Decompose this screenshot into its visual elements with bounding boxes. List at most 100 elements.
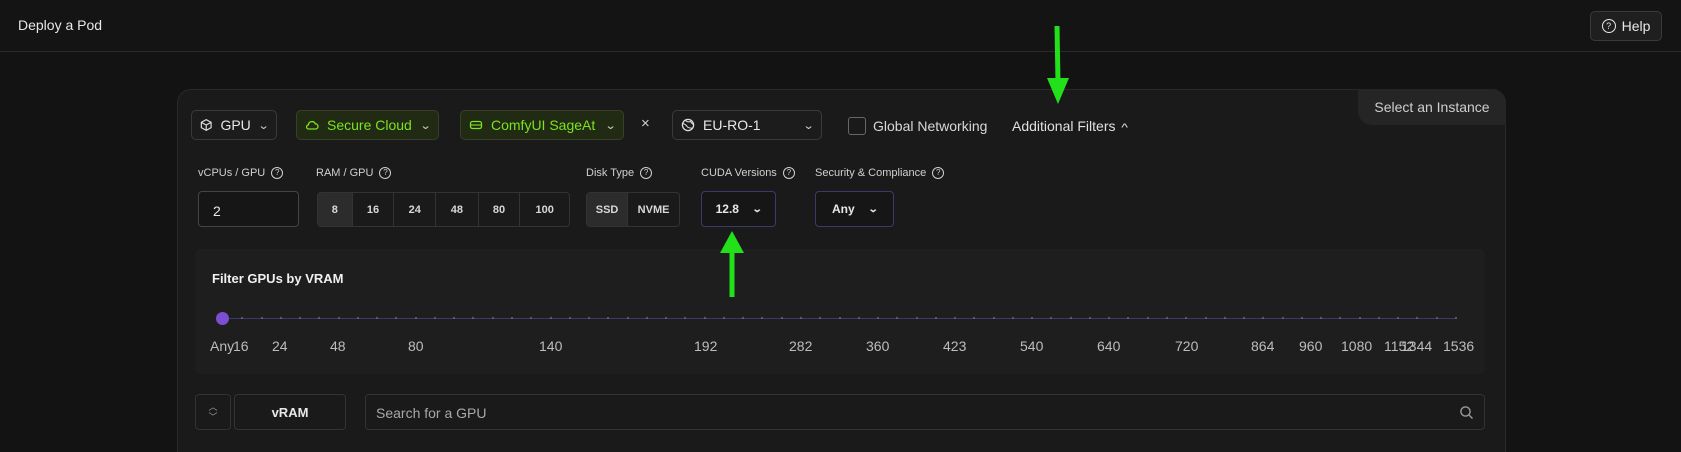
cloud-icon [305,120,319,130]
chevron-down-icon: ⌄ [257,119,270,132]
compute-type-dropdown[interactable]: GPU ⌄ [191,110,277,140]
page-title: Deploy a Pod [18,17,103,33]
slider-tick-dot [1088,317,1091,319]
vram-tick-label: 140 [539,338,563,354]
slider-tick-dot [433,317,436,319]
vram-filter-section [195,249,1485,374]
slider-tick-dot [838,317,841,319]
chevron-down-icon: ⌄ [751,203,763,215]
sort-by-vram-button[interactable]: vRAM [234,394,346,430]
vram-filter-title: Filter GPUs by VRAM [212,271,344,286]
chevron-down-icon: ﹀ [208,412,218,422]
slider-tick-dot [992,317,995,319]
sort-toggle-button[interactable]: ︿ ﹀ [195,394,231,430]
slider-tick-dot [645,317,648,319]
slider-tick-dot [915,317,918,319]
security-label: Security & Compliance [815,167,927,179]
template-label: ComfyUI SageAt [491,117,596,133]
slider-tick-dot [356,317,359,319]
gpu-search-input[interactable] [376,403,1436,423]
template-dropdown[interactable]: ComfyUI SageAt ⌄ [460,110,624,140]
drive-icon [469,120,483,130]
vram-tick-label: 48 [330,338,346,354]
question-circle-icon: ? [1601,19,1616,33]
slider-tick-dot [260,317,263,319]
vram-tick-label: 16 [233,338,249,354]
vram-tick-label: 192 [694,338,718,354]
additional-filters-label: Additional Filters [1012,118,1116,134]
chevron-down-icon: ⌄ [604,119,617,132]
ram-label: RAM / GPU [316,167,374,179]
vram-tick-label: 540 [1020,338,1044,354]
global-networking-label[interactable]: Global Networking [873,118,987,134]
search-icon [1460,406,1473,419]
vram-tick-label: 1344 [1401,338,1433,354]
slider-tick-dot [279,317,282,319]
slider-tick-dot [337,317,340,319]
chevron-up-icon: ^ [1120,122,1128,134]
slider-tick-dot [1011,317,1014,319]
ram-option[interactable]: 16 [353,193,395,226]
slider-tick-dot [1204,317,1207,319]
slider-tick-dot [1166,317,1169,319]
slider-tick-dot [722,317,725,319]
slider-tick-dot [703,317,706,319]
slider-tick-dot [1069,317,1072,319]
question-circle-icon[interactable]: ? [379,167,392,179]
security-dropdown[interactable]: Any ⌄ [815,191,894,227]
disk-option[interactable]: NVME [628,193,679,226]
compute-type-label: GPU [220,117,251,133]
vram-tick-label: 282 [789,338,813,354]
vram-tick-label: 24 [272,338,288,354]
question-circle-icon[interactable]: ? [271,167,284,179]
vram-slider-thumb[interactable] [216,312,229,325]
additional-filters-toggle[interactable]: Additional Filters ^ [1012,118,1127,134]
question-circle-icon[interactable]: ? [640,167,653,179]
question-circle-icon[interactable]: ? [782,167,795,179]
vram-tick-label: 864 [1251,338,1275,354]
vcpus-input[interactable]: 2 [198,191,299,227]
ram-option[interactable]: 24 [394,193,437,226]
vram-tick-label: 80 [408,338,424,354]
help-label: Help [1621,18,1651,34]
ram-option[interactable]: 80 [479,193,521,226]
cloud-type-dropdown[interactable]: Secure Cloud ⌄ [296,110,439,140]
annotation-arrow-down [1047,26,1069,104]
top-bar: Deploy a Pod ? Help [0,0,1681,52]
chevron-down-icon: ⌄ [867,203,879,215]
help-button[interactable]: ? Help [1590,11,1662,41]
disk-option[interactable]: SSD [587,193,629,226]
vcpus-label-group: vCPUs / GPU ? [198,167,284,179]
slider-tick-dot [857,317,860,319]
slider-tick-dot [568,317,571,319]
ram-option[interactable]: 48 [436,193,479,226]
chevron-down-icon: ⌄ [802,119,815,132]
ram-option[interactable]: 100 [520,193,569,226]
question-circle-icon[interactable]: ? [932,167,945,179]
select-instance-tab[interactable]: Select an Instance [1358,89,1506,125]
clear-template-icon[interactable]: × [641,115,650,132]
cuda-label-group: CUDA Versions ? [701,167,795,179]
cuda-label: CUDA Versions [701,167,777,179]
vram-tick-label: 960 [1299,338,1323,354]
vram-tick-label: 423 [943,338,967,354]
slider-tick-dot [934,317,937,319]
slider-tick-dot [1146,317,1149,319]
slider-tick-dot [1435,317,1438,319]
cuda-version-value: 12.8 [715,202,739,216]
global-networking-checkbox[interactable] [848,117,866,135]
region-dropdown[interactable]: EU-RO-1 ⌄ [672,110,822,140]
cuda-version-dropdown[interactable]: 12.8 ⌄ [701,191,776,227]
cube-icon [200,119,212,131]
chevron-down-icon: ⌄ [419,119,432,132]
vram-tick-label: 360 [866,338,890,354]
slider-tick-dot [780,317,783,319]
ram-label-group: RAM / GPU ? [316,167,392,179]
slider-tick-dot [799,317,802,319]
security-value: Any [831,202,855,216]
ram-selector: 8 16 24 48 80 100 [317,192,570,227]
slider-tick-dot [877,317,880,319]
chevron-up-icon: ︿ [208,402,218,412]
region-label: EU-RO-1 [703,117,761,133]
ram-option[interactable]: 8 [318,193,353,226]
